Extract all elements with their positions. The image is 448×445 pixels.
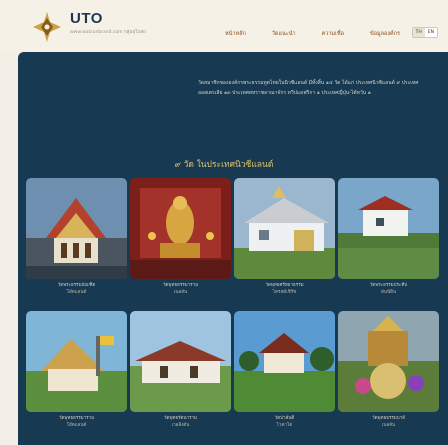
temple-card[interactable]: วัดพุทธธรรมาราม เนลสัน xyxy=(130,178,231,296)
page-gutter xyxy=(0,52,18,445)
temple-caption: วัดพระธรรมประทีป ดันนีดิน xyxy=(338,283,439,296)
temple-city: โอ๊คแลนด์ xyxy=(66,422,87,428)
main-nav: หน้าหลัก วัดแนะนำ ความเชื่อ ข้อมูลองค์กร xyxy=(225,30,400,38)
temple-caption: วัดพระธรรมบัณฑิต โอ๊คแลนด์ xyxy=(26,283,127,296)
temple-city: ไวคาโต xyxy=(276,422,293,428)
nav-organization[interactable]: ข้อมูลองค์กร xyxy=(370,30,400,38)
temple-city: เนลสัน xyxy=(173,289,188,295)
temple-caption: วัดพุทธธรรมบาลี เนลสัน xyxy=(338,416,439,429)
temple-photo[interactable] xyxy=(234,311,335,412)
temple-name: วัดพุทธธรรมาราม xyxy=(58,416,95,421)
temple-photo[interactable] xyxy=(130,178,231,279)
temple-card[interactable]: วัดป่าสันติ ไวคาโต xyxy=(234,311,335,429)
temple-caption: วัดป่าสันติ ไวคาโต xyxy=(234,416,335,429)
temple-name: วัดพุทธธรรมาราม xyxy=(162,283,199,288)
temple-photo[interactable] xyxy=(234,178,335,279)
temple-photo[interactable] xyxy=(26,311,127,412)
temple-city: โอ๊คแลนด์ xyxy=(66,289,87,295)
temple-photo[interactable] xyxy=(338,178,439,279)
temple-card[interactable]: วัดพุทธรัตนาราม เวลลิงตัน xyxy=(130,311,231,429)
intro-text: วัดสมาชิกขององค์กรพระธรรมทูตไทยในนิวซีแล… xyxy=(198,80,419,96)
brand-tagline: www.watsunbrand.com กลุ่มอุโบสถ xyxy=(70,30,146,35)
temple-city: ดันนีดิน xyxy=(380,289,397,295)
nav-home[interactable]: หน้าหลัก xyxy=(225,30,246,38)
temple-name: วัดพุทธธรรมบาลี xyxy=(372,416,405,421)
temple-card[interactable]: วัดพุทธธรรมาราม โอ๊คแลนด์ xyxy=(26,311,127,429)
page: UTO www.watsunbrand.com กลุ่มอุโบสถ หน้า… xyxy=(0,0,448,445)
temple-name: วัดป่าสันติ xyxy=(274,416,295,421)
temple-photo[interactable] xyxy=(26,178,127,279)
temple-logo-icon[interactable] xyxy=(30,10,64,44)
nav-beliefs[interactable]: ความเชื่อ xyxy=(322,30,344,38)
brand[interactable]: UTO www.watsunbrand.com กลุ่มอุโบสถ xyxy=(70,10,146,35)
lang-th[interactable]: TH xyxy=(412,28,425,37)
temple-name: วัดพระธรรมบัณฑิต xyxy=(57,283,96,288)
site-header: UTO www.watsunbrand.com กลุ่มอุโบสถ หน้า… xyxy=(0,0,448,52)
nav-temples[interactable]: วัดแนะนำ xyxy=(272,30,296,38)
temple-photo[interactable] xyxy=(130,311,231,412)
temple-name: วัดพุทธรัตนาราม xyxy=(164,416,197,421)
temple-card[interactable]: วัดพุทธธรรมบาลี เนลสัน xyxy=(338,311,439,429)
temple-caption: วัดพุทธศรัทธาธรรม ไครสต์เชิร์ช xyxy=(234,283,335,296)
temple-card[interactable]: วัดพุทธศรัทธาธรรม ไครสต์เชิร์ช xyxy=(234,178,335,296)
temple-name: วัดพระธรรมประทีป xyxy=(369,283,408,288)
temple-city: เนลสัน xyxy=(381,422,396,428)
temple-caption: วัดพุทธธรรมาราม โอ๊คแลนด์ xyxy=(26,416,127,429)
section-title: ๙ วัด ในประเทศนิวซีแลนด์ xyxy=(174,160,274,170)
language-switcher: TH EN xyxy=(411,27,438,38)
lang-en[interactable]: EN xyxy=(424,28,437,37)
temple-caption: วัดพุทธธรรมาราม เนลสัน xyxy=(130,283,231,296)
temple-card[interactable]: วัดพระธรรมบัณฑิต โอ๊คแลนด์ xyxy=(26,178,127,296)
temple-caption: วัดพุทธรัตนาราม เวลลิงตัน xyxy=(130,416,231,429)
brand-name: UTO xyxy=(70,10,103,27)
temple-name: วัดพุทธศรัทธาธรรม xyxy=(265,283,304,288)
temple-city: เวลลิงตัน xyxy=(171,422,190,428)
temple-photo[interactable] xyxy=(338,311,439,412)
temple-city: ไครสต์เชิร์ช xyxy=(272,289,297,295)
temple-card[interactable]: วัดพระธรรมประทีป ดันนีดิน xyxy=(338,178,439,296)
